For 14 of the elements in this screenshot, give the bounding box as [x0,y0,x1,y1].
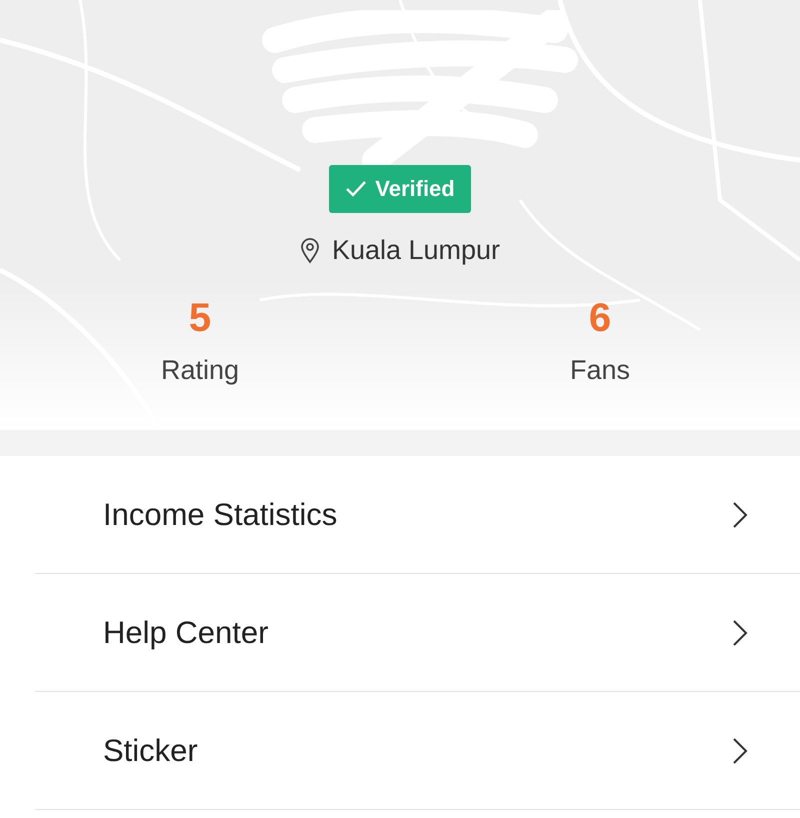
menu-item[interactable]: Income Statistics [35,456,800,574]
location-text: Kuala Lumpur [332,235,500,266]
stat-label: Rating [160,355,240,386]
stat-value: 6 [588,296,612,341]
badge-label: Verified [375,176,455,202]
menu-item[interactable]: Help Center [35,574,800,692]
stat-label: Fans [570,355,630,386]
chevron-right-icon [732,500,748,528]
location-pin-icon [300,238,320,264]
stat-value: 5 [188,296,212,341]
menu-item[interactable]: Sticker [35,692,800,810]
check-icon [345,180,368,198]
chevron-right-icon [732,618,748,646]
chevron-right-icon [732,736,748,764]
